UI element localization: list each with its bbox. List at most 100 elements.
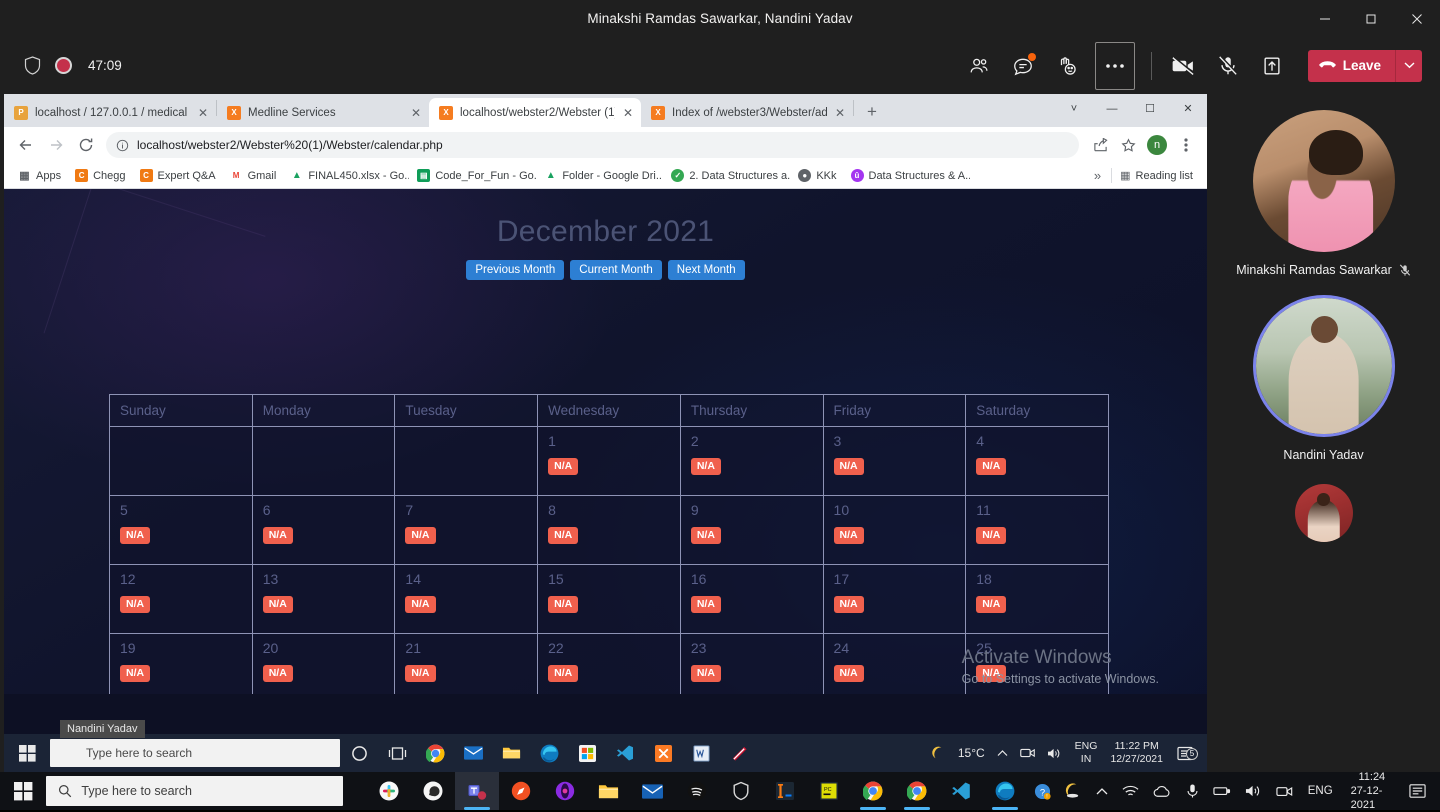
leave-button-group[interactable]: Leave [1308, 50, 1422, 82]
calendar-day-cell[interactable]: 24N/A [823, 634, 966, 695]
previous-month-button[interactable]: Previous Month [466, 260, 564, 280]
chevron-down-icon[interactable] [1395, 50, 1422, 82]
minimize-icon[interactable]: — [1093, 94, 1131, 123]
taskbar-search-box[interactable]: Type here to search [46, 776, 342, 806]
chat-icon[interactable] [1001, 46, 1045, 86]
pdf-icon[interactable] [720, 734, 758, 772]
shared-search-box[interactable]: Nandini Yadav Type here to search [50, 739, 340, 767]
chrome-icon-2[interactable] [895, 772, 939, 810]
microphone-icon[interactable] [1179, 783, 1206, 799]
calendar-day-cell[interactable]: 4N/A [966, 427, 1109, 496]
calendar-day-cell[interactable]: 16N/A [680, 565, 823, 634]
more-options-icon[interactable] [1095, 42, 1135, 90]
battery-icon[interactable] [1206, 785, 1238, 797]
share-icon[interactable] [1087, 132, 1113, 158]
bookmark-data-structures-algo[interactable]: û Data Structures & A... [845, 167, 970, 184]
mail-icon[interactable] [631, 772, 675, 810]
calendar-day-cell[interactable]: 15N/A [538, 565, 681, 634]
vscode-icon[interactable] [606, 734, 644, 772]
chevron-up-icon[interactable] [991, 749, 1014, 757]
compass-icon[interactable] [499, 772, 543, 810]
camera-off-icon[interactable] [1162, 46, 1206, 86]
edge-icon[interactable] [983, 772, 1027, 810]
calendar-day-cell[interactable]: 12N/A [110, 565, 253, 634]
xampp-icon[interactable] [644, 734, 682, 772]
calendar-day-cell[interactable]: 11N/A [966, 496, 1109, 565]
intellij-icon[interactable] [763, 772, 807, 810]
file-explorer-icon[interactable] [492, 734, 530, 772]
calendar-day-cell[interactable]: 7N/A [395, 496, 538, 565]
notification-icon[interactable]: 5 [1169, 746, 1201, 761]
brave-icon[interactable] [719, 772, 763, 810]
calendar-day-cell[interactable]: 3N/A [823, 427, 966, 496]
calendar-day-cell[interactable]: 19N/A [110, 634, 253, 695]
calendar-day-cell[interactable]: 5N/A [110, 496, 253, 565]
close-icon[interactable]: ✕ [1169, 94, 1207, 123]
file-explorer-icon[interactable] [587, 772, 631, 810]
windows-start-icon[interactable] [4, 734, 50, 772]
notification-icon[interactable] [1403, 783, 1436, 799]
vscode-icon[interactable] [939, 772, 983, 810]
calendar-day-cell[interactable]: 6N/A [252, 496, 395, 565]
calendar-day-cell[interactable]: 2N/A [680, 427, 823, 496]
language-indicator[interactable]: ENG IN [1068, 740, 1105, 766]
calendar-day-cell[interactable]: 23N/A [680, 634, 823, 695]
slack-icon[interactable] [367, 772, 411, 810]
word-icon[interactable] [682, 734, 720, 772]
address-bar[interactable]: localhost/webster2/Webster%20(1)/Webster… [106, 132, 1079, 158]
people-icon[interactable] [957, 46, 1001, 86]
participant-tile-2[interactable]: Nandini Yadav [1207, 295, 1440, 462]
bookmark-code-for-fun[interactable]: ▤ Code_For_Fun - Go... [411, 167, 536, 184]
cortana-circle-icon[interactable] [340, 734, 378, 772]
page-info-icon[interactable] [116, 139, 129, 152]
chrome-icon[interactable] [851, 772, 895, 810]
calendar-day-cell[interactable]: 9N/A [680, 496, 823, 565]
close-icon[interactable] [1394, 0, 1440, 37]
chevron-down-icon[interactable]: ˅ [1055, 94, 1093, 123]
clock[interactable]: 11:22 PM 12/27/2021 [1104, 740, 1169, 766]
close-icon[interactable]: ✕ [622, 106, 634, 120]
language-indicator[interactable]: ENG [1300, 785, 1341, 797]
clock[interactable]: 11:24 27-12-2021 [1341, 770, 1403, 812]
close-icon[interactable]: ✕ [197, 106, 209, 120]
whatsapp-icon[interactable] [411, 772, 455, 810]
close-icon[interactable]: ✕ [834, 106, 846, 120]
help-icon[interactable]: ? ! [1027, 783, 1058, 800]
bookmark-folder-drive[interactable]: ▲ Folder - Google Dri... [538, 167, 663, 184]
browser-tab-2[interactable]: X localhost/webster2/Webster (1)/W ✕ [429, 98, 641, 127]
weather-moon-icon[interactable] [1058, 783, 1089, 799]
reactions-icon[interactable] [1045, 46, 1089, 86]
pycharm-icon[interactable]: PC [807, 772, 851, 810]
current-month-button[interactable]: Current Month [570, 260, 662, 280]
calendar-day-cell[interactable]: 1N/A [538, 427, 681, 496]
calendar-day-cell[interactable]: 22N/A [538, 634, 681, 695]
calendar-day-cell[interactable]: 21N/A [395, 634, 538, 695]
new-tab-button[interactable]: + [858, 98, 886, 126]
onedrive-icon[interactable] [1146, 785, 1179, 798]
minimize-icon[interactable] [1302, 0, 1348, 37]
bookmark-kkk[interactable]: ● KKk [792, 167, 842, 184]
participant-tile-3[interactable] [1207, 484, 1440, 542]
edge-icon[interactable] [530, 734, 568, 772]
back-arrow-icon[interactable] [12, 131, 40, 159]
share-screen-icon[interactable] [1250, 46, 1294, 86]
volume-icon[interactable] [1041, 747, 1068, 760]
volume-icon[interactable] [1238, 784, 1269, 798]
maximize-icon[interactable]: ☐ [1131, 94, 1169, 123]
opera-icon[interactable] [543, 772, 587, 810]
meet-now-icon[interactable] [1269, 785, 1300, 798]
bookmark-apps[interactable]: ▦ Apps [12, 167, 67, 184]
calendar-day-cell[interactable]: 10N/A [823, 496, 966, 565]
star-icon[interactable] [1115, 132, 1141, 158]
calendar-day-cell[interactable]: 18N/A [966, 565, 1109, 634]
calendar-day-cell[interactable]: 20N/A [252, 634, 395, 695]
bookmark-final450[interactable]: ▲ FINAL450.xlsx - Go... [284, 167, 409, 184]
calendar-day-cell[interactable]: 25N/A [966, 634, 1109, 695]
bookmark-expert-qa[interactable]: C Expert Q&A [134, 167, 222, 184]
chevron-up-icon[interactable] [1089, 787, 1115, 796]
mic-off-icon[interactable] [1206, 46, 1250, 86]
reload-icon[interactable] [72, 131, 100, 159]
calendar-day-cell[interactable]: 17N/A [823, 565, 966, 634]
browser-tab-3[interactable]: X Index of /webster3/Webster/adm ✕ [641, 98, 853, 127]
spotify-icon[interactable] [675, 772, 719, 810]
